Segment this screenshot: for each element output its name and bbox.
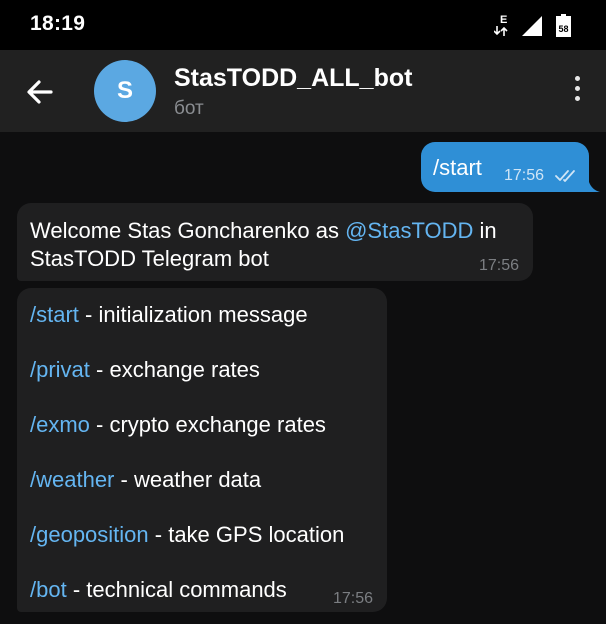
command-link[interactable]: /geoposition [30,522,149,547]
network-data-icon: E [494,14,508,36]
more-options-button[interactable] [570,76,584,106]
command-line: /exmo - crypto exchange rates [30,412,326,438]
command-link[interactable]: /privat [30,357,90,382]
arrow-left-icon [27,80,53,104]
back-button[interactable] [22,74,58,110]
command-description: - weather data [114,467,262,492]
bubble-tail [584,182,600,192]
command-line: /bot - technical commands [30,577,287,603]
command-description: - technical commands [66,577,287,602]
status-time: 18:19 [30,12,86,35]
avatar[interactable]: S [94,60,156,122]
command-description: - crypto exchange rates [89,412,326,437]
incoming-message[interactable]: Welcome Stas Goncharenko as @StasTODD in… [17,203,533,281]
chat-subtitle: бот [174,98,204,119]
status-icons: E 58 [494,12,578,37]
command-description: - exchange rates [89,357,260,382]
command-line: /start - initialization message [30,302,308,328]
chat-title[interactable]: StasTODD_ALL_bot [174,64,412,93]
command-link[interactable]: /weather [30,467,114,492]
outgoing-message[interactable]: /start 17:56 [421,142,589,192]
welcome-line2: StasTODD Telegram bot [30,246,269,271]
chat-header: S StasTODD_ALL_bot бот [0,50,606,132]
more-vertical-icon [570,76,584,101]
command-line: /geoposition - take GPS location [30,522,344,548]
message-time: 17:56 [504,167,545,184]
command-line: /privat - exchange rates [30,357,260,383]
battery-level-label: 58 [558,24,568,34]
battery-icon: 58 [556,14,571,37]
command-link[interactable]: /bot [30,577,67,602]
avatar-letter: S [116,77,133,104]
signal-icon [522,16,542,36]
welcome-suffix: in [473,218,497,243]
incoming-message[interactable]: /start - initialization message /privat … [17,288,387,612]
command-line: /weather - weather data [30,467,261,493]
command-link[interactable]: /start [30,302,79,327]
network-type-label: E [500,14,507,26]
message-text: Welcome Stas Goncharenko as @StasTODD in… [30,217,510,273]
message-list[interactable]: /start 17:56 Welcome Stas Goncharenko as… [0,132,606,624]
command-link[interactable]: /exmo [30,412,90,437]
command-description: - initialization message [78,302,308,327]
message-time: 17:56 [479,257,520,274]
message-text[interactable]: /start [433,155,482,181]
welcome-prefix: Welcome Stas Goncharenko as [30,218,346,243]
double-check-icon [555,170,575,182]
command-description: - take GPS location [148,522,345,547]
message-time: 17:56 [333,590,374,607]
mention-link[interactable]: @StasTODD [345,218,473,243]
status-bar: 18:19 E 58 [0,0,606,50]
